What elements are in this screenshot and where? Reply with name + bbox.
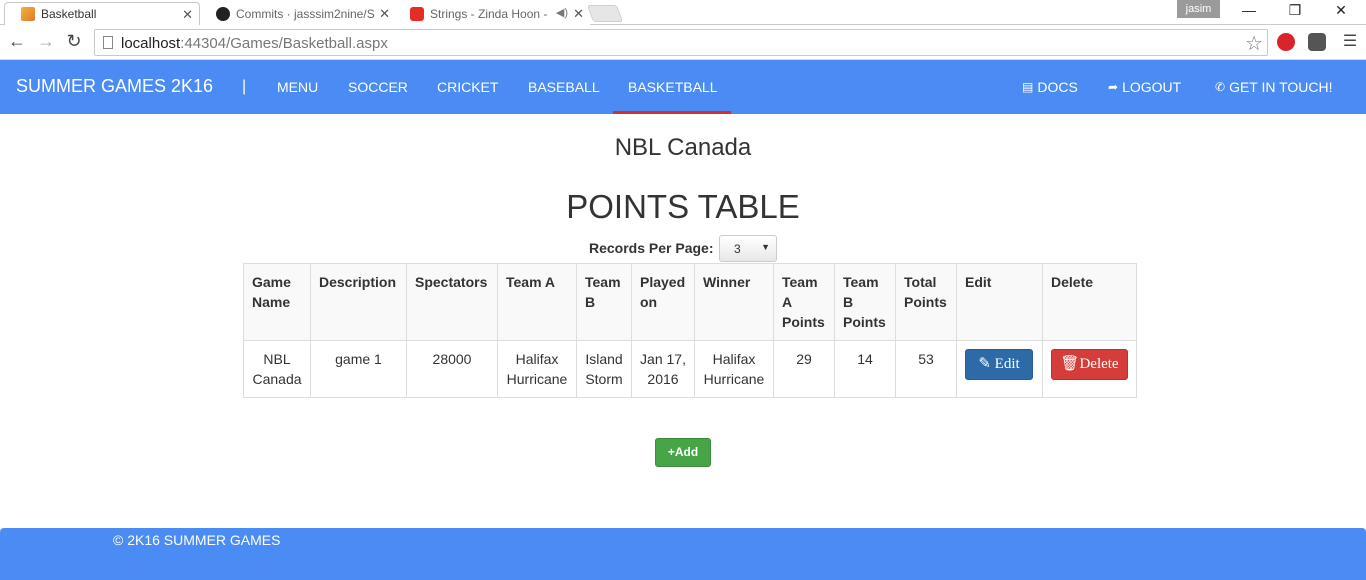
- cell-played-on: Jan 17, 2016: [631, 340, 695, 398]
- url-text: localhost:44304/Games/Basketball.aspx: [121, 35, 388, 52]
- browser-tab-strip: Basketball ✕ Commits · jasssim2nine/S ✕ …: [0, 0, 1366, 25]
- youtube-icon: [410, 6, 424, 21]
- page-icon: [103, 36, 113, 49]
- close-tab-icon[interactable]: ✕: [573, 6, 584, 22]
- contact-label: GET IN TOUCH!: [1229, 79, 1333, 95]
- plus-icon: +: [667, 445, 675, 459]
- records-per-page-label: Records Per Page:: [589, 240, 714, 256]
- cell-team-a: Halifax Hurricane: [497, 340, 577, 398]
- cell-winner: Halifax Hurricane: [694, 340, 774, 398]
- col-edit: Edit: [956, 263, 1043, 341]
- tab-youtube[interactable]: Strings - Zinda Hoon - ◀) ✕: [394, 2, 590, 25]
- restore-icon[interactable]: ❐: [1280, 2, 1310, 19]
- edit-label: Edit: [994, 356, 1020, 372]
- site-brand[interactable]: SUMMER GAMES 2K16: [16, 76, 213, 97]
- cell-team-b: Island Storm: [576, 340, 632, 398]
- page-title: POINTS TABLE: [566, 188, 800, 225]
- adblock-extension-icon[interactable]: [1277, 33, 1295, 51]
- league-heading: NBL Canada: [614, 134, 752, 161]
- records-per-page-select[interactable]: 3 ▼: [719, 235, 777, 262]
- cell-game-name: NBL Canada: [243, 340, 311, 398]
- close-window-icon[interactable]: ✕: [1326, 2, 1356, 19]
- address-bar[interactable]: localhost:44304/Games/Basketball.aspx ☆: [94, 29, 1268, 56]
- tab-basketball[interactable]: Basketball ✕: [4, 2, 200, 25]
- nav-separator: |: [242, 78, 247, 95]
- close-tab-icon[interactable]: ✕: [182, 7, 193, 23]
- tab-title: Strings - Zinda Hoon -: [430, 6, 548, 21]
- logout-link[interactable]: ➦ LOGOUT: [1108, 79, 1181, 95]
- docs-link[interactable]: ▤ DOCS: [1022, 79, 1078, 95]
- forward-arrow-icon[interactable]: →: [34, 31, 58, 52]
- col-played-on: Played on: [631, 263, 695, 341]
- add-label: Add: [674, 445, 699, 459]
- nav-item-menu[interactable]: MENU: [277, 79, 318, 114]
- delete-button[interactable]: 🗑Delete: [1051, 349, 1128, 380]
- reload-icon[interactable]: ↻: [62, 31, 86, 52]
- col-winner: Winner: [694, 263, 774, 341]
- tab-title: Commits · jasssim2nine/S: [236, 6, 375, 21]
- logout-icon: ➦: [1108, 80, 1119, 94]
- bookmark-star-icon[interactable]: ☆: [1245, 31, 1263, 56]
- phone-icon: ✆: [1215, 80, 1226, 94]
- close-tab-icon[interactable]: ✕: [379, 6, 390, 22]
- col-team-b-points: Team B Points: [834, 263, 896, 341]
- col-game-name: Game Name: [243, 263, 311, 341]
- delete-label: Delete: [1079, 356, 1119, 372]
- profile-badge[interactable]: jasim: [1177, 0, 1220, 18]
- cell-edit: ✎ Edit: [956, 340, 1043, 398]
- col-team-a: Team A: [497, 263, 577, 341]
- nav-item-soccer[interactable]: SOCCER: [348, 79, 408, 114]
- minimize-icon[interactable]: —: [1234, 2, 1264, 18]
- col-delete: Delete: [1042, 263, 1137, 341]
- cell-spectators: 28000: [406, 340, 498, 398]
- nav-item-cricket[interactable]: CRICKET: [437, 79, 498, 114]
- github-icon: [216, 6, 230, 21]
- edit-icon: ✎: [978, 356, 991, 372]
- table-header-row: Game Name Description Spectators Team A …: [243, 263, 1137, 341]
- nav-item-baseball[interactable]: BASEBALL: [528, 79, 600, 114]
- menu-hamburger-icon[interactable]: ☰: [1338, 31, 1362, 51]
- cell-team-a-points: 29: [773, 340, 835, 398]
- site-navbar: SUMMER GAMES 2K16 | MENU SOCCER CRICKET …: [0, 60, 1366, 114]
- col-description: Description: [310, 263, 407, 341]
- speaker-icon: ◀): [555, 7, 568, 19]
- add-button[interactable]: +Add: [655, 438, 711, 467]
- document-icon: ▤: [1022, 80, 1034, 94]
- col-total-points: Total Points: [895, 263, 957, 341]
- records-per-page-value: 3: [734, 242, 741, 256]
- table-row: NBL Canada game 1 28000 Halifax Hurrican…: [243, 340, 1137, 398]
- cell-team-b-points: 14: [834, 340, 896, 398]
- site-favicon-icon: [21, 7, 35, 21]
- url-path: :44304/Games/Basketball.aspx: [180, 35, 388, 52]
- points-table: Game Name Description Spectators Team A …: [243, 263, 1137, 398]
- tab-github-commits[interactable]: Commits · jasssim2nine/S ✕: [200, 2, 396, 25]
- cell-delete: 🗑Delete: [1042, 340, 1137, 398]
- col-team-a-points: Team A Points: [773, 263, 835, 341]
- site-footer: © 2K16 SUMMER GAMES: [0, 528, 1366, 580]
- edit-button[interactable]: ✎ Edit: [965, 349, 1033, 380]
- col-spectators: Spectators: [406, 263, 498, 341]
- tab-title: Basketball: [41, 7, 97, 21]
- new-tab-button[interactable]: [586, 5, 624, 22]
- nav-item-basketball[interactable]: BASKETBALL: [613, 79, 731, 114]
- col-team-b: Team B: [576, 263, 632, 341]
- logout-label: LOGOUT: [1122, 79, 1182, 95]
- video-extension-icon[interactable]: [1308, 33, 1326, 51]
- trash-icon: 🗑: [1060, 356, 1080, 372]
- url-host: localhost: [121, 35, 181, 52]
- cell-total-points: 53: [895, 340, 957, 398]
- browser-toolbar: ← → ↻ localhost:44304/Games/Basketball.a…: [0, 26, 1366, 60]
- contact-link[interactable]: ✆ GET IN TOUCH!: [1215, 79, 1333, 95]
- back-arrow-icon[interactable]: ←: [5, 31, 29, 52]
- cell-description: game 1: [310, 340, 407, 398]
- footer-copyright: © 2K16 SUMMER GAMES: [113, 532, 281, 548]
- chevron-down-icon: ▼: [761, 242, 770, 252]
- docs-label: DOCS: [1037, 79, 1078, 95]
